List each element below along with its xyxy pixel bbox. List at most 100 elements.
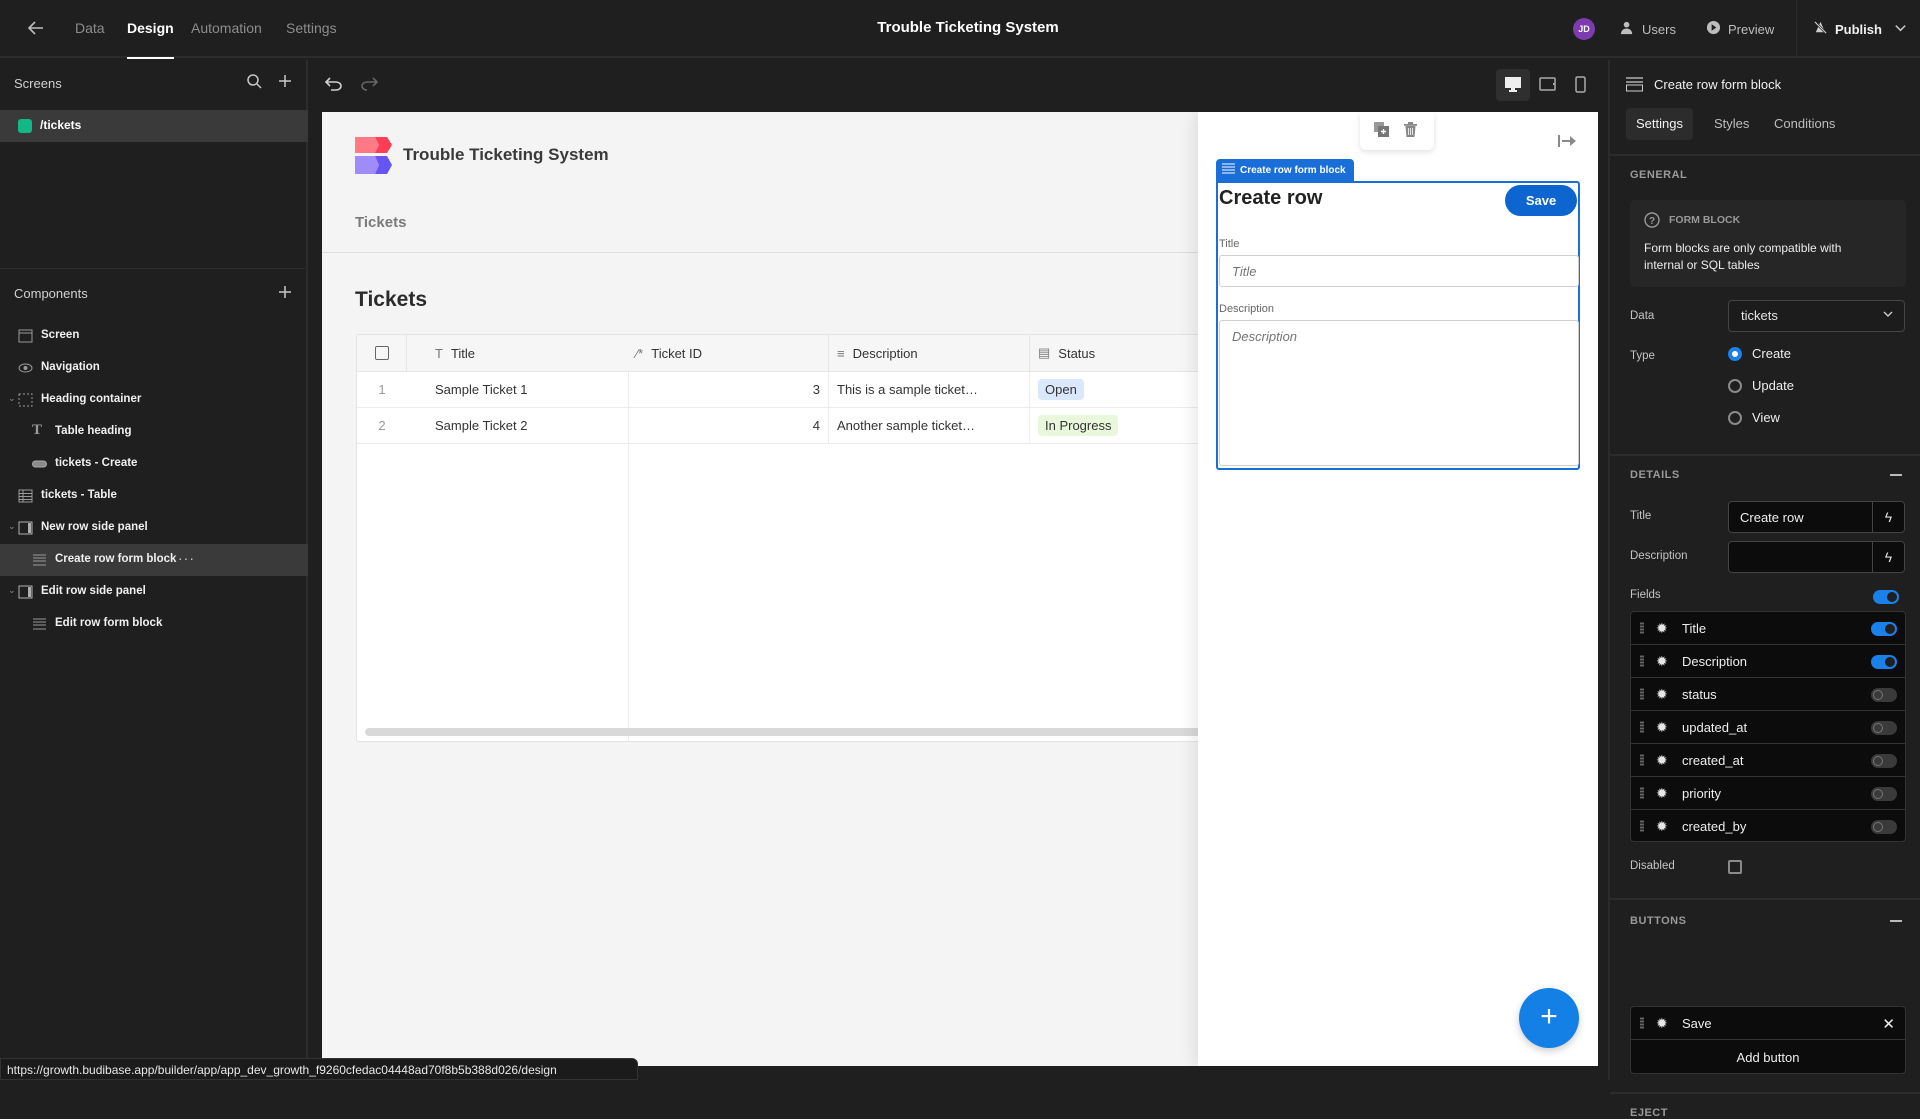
drag-handle-icon[interactable]: [1640, 721, 1644, 733]
drag-handle-icon[interactable]: [1640, 655, 1644, 667]
chevron-down-icon[interactable]: [1893, 20, 1908, 38]
field-row-created-at[interactable]: ✹ created_at: [1631, 744, 1905, 777]
component-new-row-side-panel[interactable]: ⌄ New row side panel: [0, 512, 308, 544]
gear-icon[interactable]: ✹: [1656, 621, 1668, 635]
data-source-select[interactable]: tickets: [1728, 300, 1905, 332]
chevron-down-icon[interactable]: ⌄: [8, 521, 16, 532]
add-button-button[interactable]: Add button: [1631, 1041, 1905, 1074]
type-radio-update[interactable]: Update: [1728, 378, 1794, 393]
add-fab-button[interactable]: +: [1519, 988, 1579, 1048]
user-avatar[interactable]: JD: [1573, 18, 1595, 40]
screen-item-tickets[interactable]: /tickets: [0, 110, 308, 142]
duplicate-icon[interactable]: [1374, 122, 1389, 142]
drag-handle-icon[interactable]: [1640, 820, 1644, 832]
drag-handle-icon[interactable]: [1640, 1017, 1644, 1029]
search-icon[interactable]: [246, 73, 262, 94]
create-row-form-block[interactable]: Create row Save Title Description: [1216, 181, 1580, 470]
component-tickets-create[interactable]: tickets - Create: [0, 448, 308, 480]
container-icon: [18, 393, 33, 407]
collapse-panel-icon[interactable]: [1558, 134, 1576, 153]
undo-icon[interactable]: [324, 75, 343, 96]
binding-lightning-icon[interactable]: ϟ: [1872, 502, 1904, 532]
collapse-details-icon[interactable]: [1890, 474, 1902, 476]
field-toggle[interactable]: [1871, 655, 1897, 669]
preview-button[interactable]: Preview: [1706, 20, 1774, 38]
add-screen-icon[interactable]: [277, 73, 293, 94]
button-row-save[interactable]: ✹ Save ✕: [1631, 1007, 1905, 1040]
binding-lightning-icon[interactable]: ϟ: [1872, 542, 1904, 572]
fields-toggle[interactable]: [1873, 590, 1899, 604]
select-all-checkbox-cell[interactable]: [357, 335, 407, 372]
component-edit-row-side-panel[interactable]: ⌄ Edit row side panel: [0, 576, 308, 608]
type-radio-create[interactable]: Create: [1728, 346, 1791, 361]
column-header-description[interactable]: ≡ Description: [829, 335, 1030, 372]
mobile-view-icon[interactable]: [1575, 76, 1586, 98]
chevron-down-icon[interactable]: ⌄: [8, 585, 16, 596]
gear-icon[interactable]: ✹: [1656, 786, 1668, 800]
gear-icon[interactable]: ✹: [1656, 687, 1668, 701]
field-toggle[interactable]: [1871, 754, 1897, 768]
disabled-checkbox[interactable]: [1728, 860, 1742, 874]
component-edit-row-form-block[interactable]: Edit row form block: [0, 608, 308, 640]
gear-icon[interactable]: ✹: [1656, 753, 1668, 767]
more-options-icon[interactable]: ···: [178, 550, 195, 566]
drag-handle-icon[interactable]: [1640, 754, 1644, 766]
radio-label: Update: [1752, 378, 1794, 393]
redo-icon[interactable]: [360, 75, 379, 96]
gear-icon[interactable]: ✹: [1656, 720, 1668, 734]
tab-settings-panel-settings[interactable]: Settings: [1626, 108, 1693, 140]
trash-icon[interactable]: [1404, 122, 1417, 142]
cell-description[interactable]: Another sample ticket…: [829, 408, 1030, 444]
cell-title[interactable]: Sample Ticket 1: [407, 372, 629, 408]
component-create-row-form-block[interactable]: Create row form block ···: [0, 544, 308, 576]
cell-ticket-id[interactable]: 3: [628, 372, 829, 408]
component-screen[interactable]: Screen: [0, 320, 308, 352]
title-setting-input[interactable]: Create row ϟ: [1728, 501, 1905, 533]
description-textarea[interactable]: [1219, 320, 1579, 466]
component-tickets-table[interactable]: tickets - Table: [0, 480, 308, 512]
field-row-status[interactable]: ✹ status: [1631, 678, 1905, 711]
description-setting-input[interactable]: ϟ: [1728, 541, 1905, 573]
field-row-title[interactable]: ✹ Title: [1631, 612, 1905, 645]
tab-styles[interactable]: Styles: [1704, 108, 1759, 140]
selected-component-tag[interactable]: Create row form block: [1216, 159, 1354, 181]
component-navigation[interactable]: Navigation: [0, 352, 308, 384]
field-toggle[interactable]: [1871, 721, 1897, 735]
desktop-view-button[interactable]: [1496, 69, 1530, 101]
field-toggle[interactable]: [1871, 622, 1897, 636]
cell-title[interactable]: Sample Ticket 2: [407, 408, 629, 444]
column-header-ticket-id[interactable]: ⁄* Ticket ID: [628, 335, 829, 372]
field-toggle[interactable]: [1871, 688, 1897, 702]
tablet-view-icon[interactable]: [1539, 77, 1556, 96]
publish-button[interactable]: Publish: [1813, 20, 1908, 38]
field-row-created-by[interactable]: ✹ created_by: [1631, 810, 1905, 843]
field-row-priority[interactable]: ✹ priority: [1631, 777, 1905, 810]
field-row-updated-at[interactable]: ✹ updated_at: [1631, 711, 1905, 744]
field-toggle[interactable]: [1871, 820, 1897, 834]
form-save-button[interactable]: Save: [1505, 185, 1577, 216]
side-panel-icon: [18, 521, 33, 535]
drag-handle-icon[interactable]: [1640, 622, 1644, 634]
drag-handle-icon[interactable]: [1640, 787, 1644, 799]
drag-handle-icon[interactable]: [1640, 688, 1644, 700]
component-heading-container[interactable]: ⌄ Heading container: [0, 384, 308, 416]
cell-description[interactable]: This is a sample ticket…: [829, 372, 1030, 408]
chevron-down-icon[interactable]: ⌄: [8, 393, 16, 404]
nav-link-tickets[interactable]: Tickets: [355, 214, 406, 231]
field-row-description[interactable]: ✹ Description: [1631, 645, 1905, 678]
add-component-icon[interactable]: [277, 284, 293, 305]
gear-icon[interactable]: ✹: [1656, 654, 1668, 668]
field-toggle[interactable]: [1871, 787, 1897, 801]
checkbox-icon[interactable]: [374, 346, 389, 360]
users-button[interactable]: Users: [1620, 20, 1676, 38]
remove-icon[interactable]: ✕: [1882, 1015, 1895, 1033]
play-icon: [1706, 20, 1721, 38]
type-radio-view[interactable]: View: [1728, 410, 1780, 425]
tab-conditions[interactable]: Conditions: [1764, 108, 1845, 140]
title-input[interactable]: [1219, 255, 1579, 287]
gear-icon[interactable]: ✹: [1656, 819, 1668, 833]
component-table-heading[interactable]: T Table heading: [0, 416, 308, 448]
cell-ticket-id[interactable]: 4: [628, 408, 829, 444]
collapse-buttons-icon[interactable]: [1890, 920, 1902, 922]
gear-icon[interactable]: ✹: [1656, 1016, 1668, 1030]
